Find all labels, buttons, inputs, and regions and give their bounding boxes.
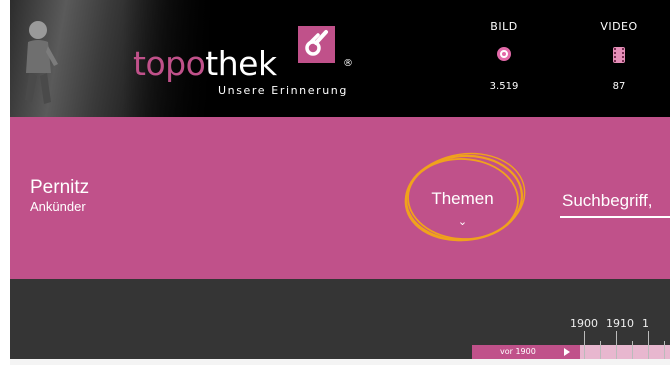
timeline-vor-segment[interactable]: vor 1900 bbox=[472, 345, 580, 359]
timeline-vor-label: vor 1900 bbox=[500, 347, 536, 356]
location-name: Pernitz bbox=[30, 177, 90, 198]
stat-bild-count: 3.519 bbox=[489, 81, 519, 92]
timeline-tick bbox=[648, 331, 649, 359]
timeline-tick bbox=[600, 341, 601, 359]
timeline-ticks[interactable] bbox=[580, 331, 670, 359]
timeline-tick bbox=[616, 331, 617, 359]
child-photo-figure bbox=[25, 21, 58, 104]
search-input[interactable] bbox=[560, 190, 670, 218]
location-bar: Pernitz Ankünder Themen ⌄ bbox=[10, 117, 670, 279]
timeline: 1900 1910 1 vor 1900 bbox=[10, 279, 670, 359]
logo-word-thek: thek bbox=[205, 44, 277, 83]
themen-menu-button[interactable]: Themen ⌄ bbox=[415, 189, 510, 228]
topothek-logo[interactable]: topothek ® Unsere Erinnerung bbox=[133, 26, 353, 97]
timeline-band[interactable]: vor 1900 bbox=[472, 331, 670, 359]
play-arrow-icon bbox=[564, 348, 570, 356]
timeline-tick bbox=[584, 331, 585, 359]
timeline-year[interactable]: 1 bbox=[642, 317, 649, 330]
timeline-tick bbox=[632, 341, 633, 359]
logo-wordmark: topothek bbox=[133, 44, 277, 83]
stat-video-label: VIDEO bbox=[600, 20, 638, 33]
stat-video[interactable]: VIDEO 87 bbox=[584, 20, 654, 92]
stat-bild-label: BILD bbox=[490, 20, 518, 33]
page-bottom-edge bbox=[10, 359, 670, 365]
location-info: Pernitz Ankünder bbox=[30, 177, 89, 214]
timeline-year[interactable]: 1900 bbox=[570, 317, 598, 330]
registered-mark: ® bbox=[343, 58, 353, 69]
timeline-tick bbox=[664, 341, 665, 359]
stat-video-count: 87 bbox=[612, 81, 626, 92]
stat-bild[interactable]: BILD 3.519 bbox=[469, 20, 539, 92]
site-header: topothek ® Unsere Erinnerung BILD 3.519 … bbox=[10, 0, 670, 117]
location-subtitle: Ankünder bbox=[30, 199, 86, 214]
logo-symbol-icon bbox=[298, 26, 335, 63]
logo-tagline: Unsere Erinnerung bbox=[218, 84, 348, 97]
film-icon bbox=[609, 47, 629, 67]
photo-target-icon bbox=[494, 47, 514, 67]
timeline-years: 1900 1910 1 bbox=[570, 317, 657, 330]
logo-word-topo: topo bbox=[133, 44, 206, 83]
timeline-year[interactable]: 1910 bbox=[606, 317, 634, 330]
chevron-down-icon: ⌄ bbox=[457, 216, 468, 228]
themen-label: Themen bbox=[431, 189, 494, 208]
